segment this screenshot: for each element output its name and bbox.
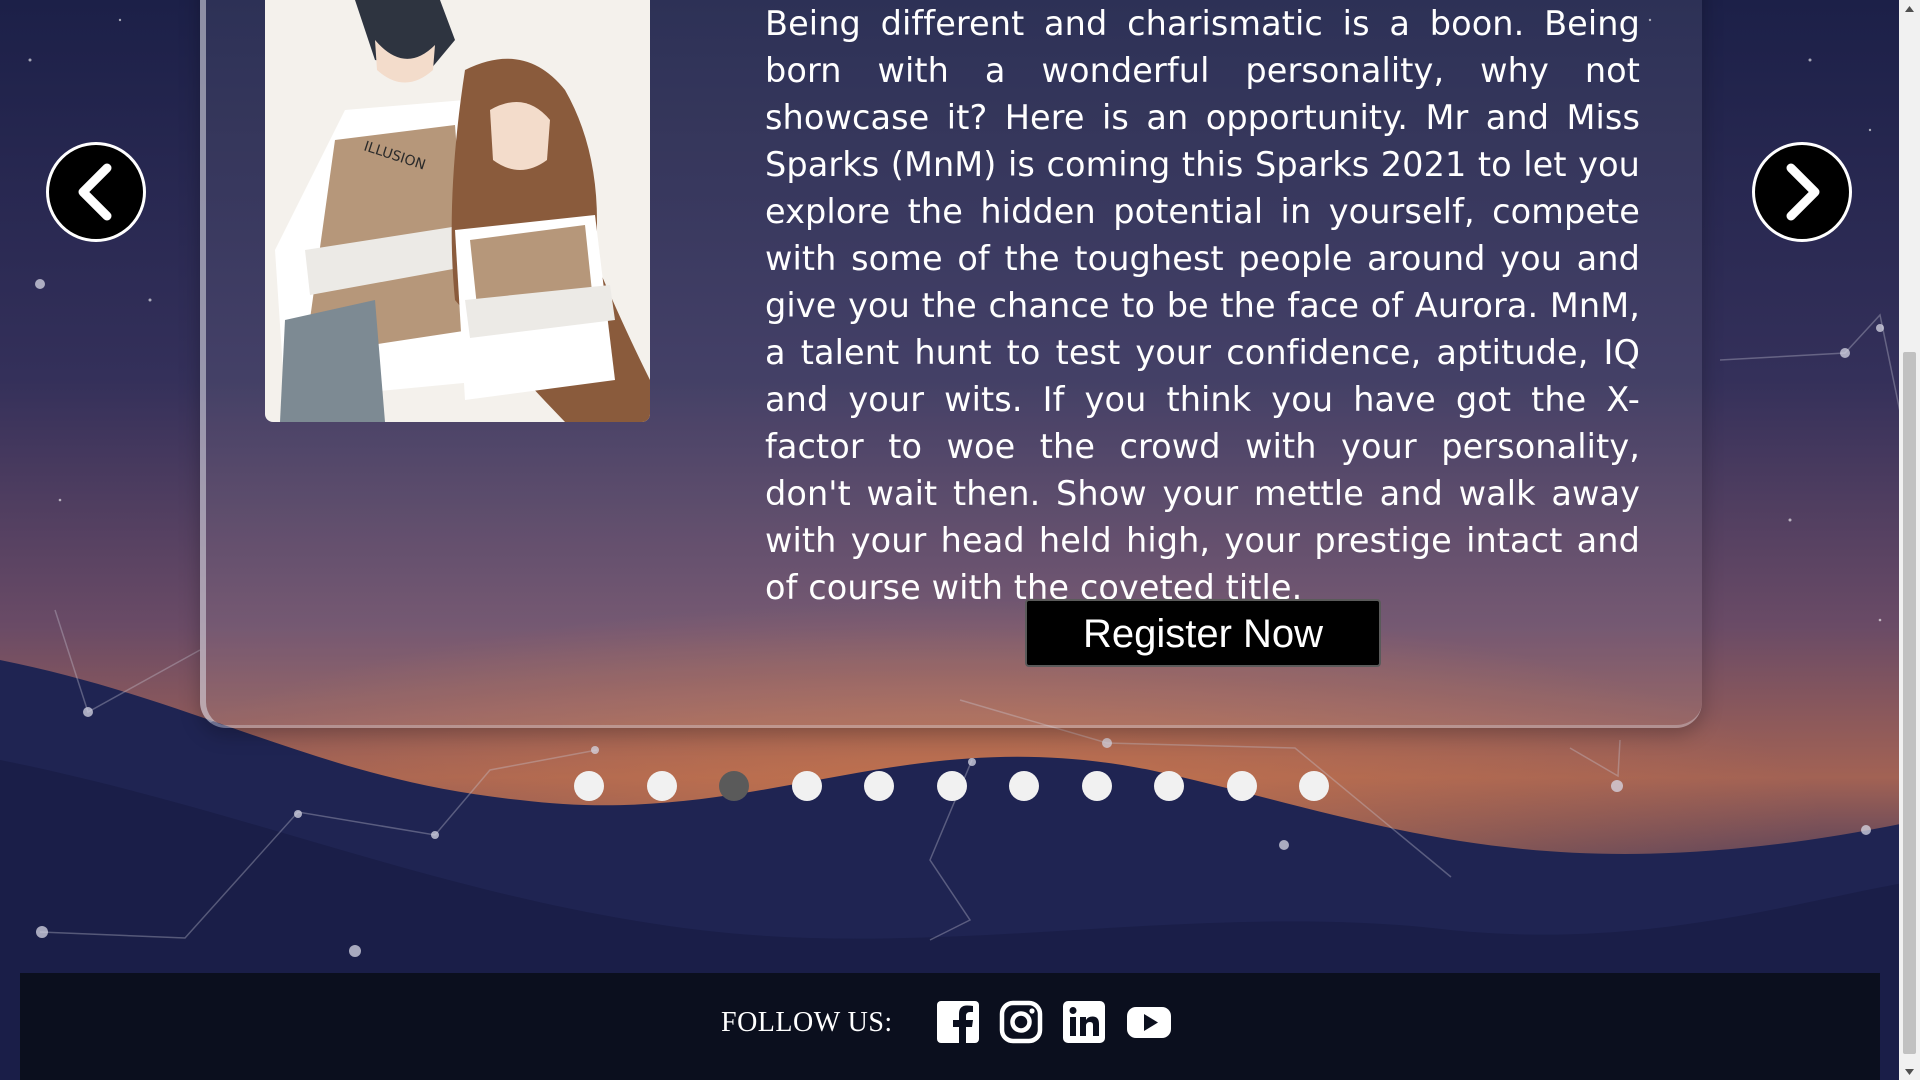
triangle-up-icon [1905,5,1914,12]
event-artwork: ILLUSION [265,0,650,422]
youtube-link[interactable] [1125,1000,1173,1044]
event-description: Being different and charismatic is a boo… [765,4,1640,607]
instagram-link[interactable] [999,1000,1043,1044]
linkedin-link[interactable] [1062,1000,1106,1044]
carousel-dots [574,771,1329,801]
scroll-down-button[interactable] [1899,1063,1920,1080]
facebook-link[interactable] [936,1000,980,1044]
carousel-dot-8[interactable] [1081,771,1112,801]
next-slide-button[interactable] [1752,142,1852,242]
page-scrollbar[interactable] [1899,0,1920,1080]
carousel-dot-10[interactable] [1226,771,1257,801]
carousel-dot-7[interactable] [1009,771,1039,801]
carousel-dot-6[interactable] [936,771,967,801]
scrollbar-thumb[interactable] [1903,352,1916,1054]
scroll-up-button[interactable] [1899,0,1920,17]
chevron-right-icon [1786,163,1820,221]
follow-us-label: FOLLOW US: [721,1007,893,1038]
carousel-dot-3-active[interactable] [719,771,749,801]
linkedin-icon [1063,1001,1105,1043]
carousel-dot-4[interactable] [791,771,822,801]
footer: FOLLOW US: [20,973,1880,1080]
instagram-icon [999,1000,1043,1044]
previous-slide-button[interactable] [46,142,146,242]
carousel-dot-5[interactable] [864,771,894,801]
triangle-down-icon [1905,1068,1914,1075]
carousel-dot-11[interactable] [1299,771,1329,801]
chevron-left-icon [78,163,112,221]
register-now-button[interactable]: Register Now [1025,599,1381,667]
carousel-dot-9[interactable] [1154,771,1184,801]
facebook-icon [937,1001,979,1044]
carousel-dot-1[interactable] [574,771,604,801]
youtube-icon [1127,1007,1171,1038]
carousel-dot-2[interactable] [646,771,677,801]
